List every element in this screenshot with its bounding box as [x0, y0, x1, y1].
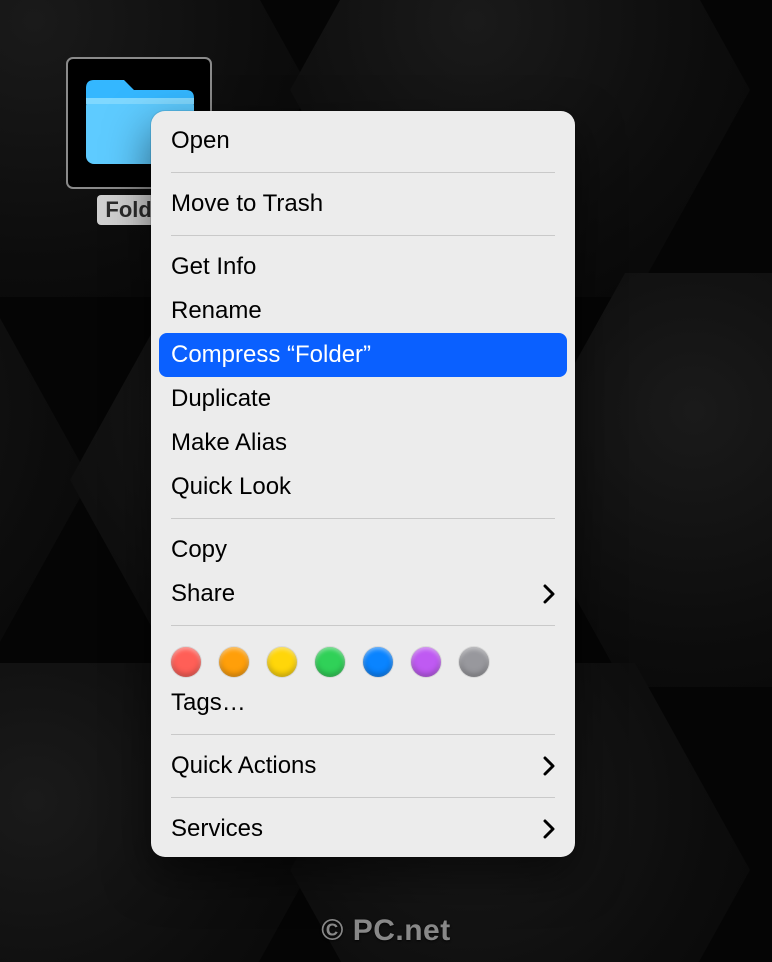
menu-item-make-alias[interactable]: Make Alias: [151, 421, 575, 465]
tag-blue-icon[interactable]: [363, 647, 393, 677]
tag-green-icon[interactable]: [315, 647, 345, 677]
context-menu: Open Move to Trash Get Info Rename Compr…: [151, 111, 575, 857]
menu-item-label: Services: [171, 815, 263, 843]
tag-gray-icon[interactable]: [459, 647, 489, 677]
menu-item-label: Share: [171, 580, 235, 608]
watermark: © PC.net: [321, 914, 450, 948]
menu-item-copy[interactable]: Copy: [151, 528, 575, 572]
menu-item-share[interactable]: Share: [151, 572, 575, 616]
menu-item-duplicate[interactable]: Duplicate: [151, 377, 575, 421]
menu-separator: [171, 734, 555, 735]
menu-item-label: Quick Actions: [171, 752, 316, 780]
menu-separator: [171, 625, 555, 626]
chevron-right-icon: [543, 756, 555, 776]
menu-item-compress[interactable]: Compress “Folder”: [159, 333, 567, 377]
chevron-right-icon: [543, 819, 555, 839]
menu-item-move-to-trash[interactable]: Move to Trash: [151, 182, 575, 226]
tag-yellow-icon[interactable]: [267, 647, 297, 677]
menu-item-quick-actions[interactable]: Quick Actions: [151, 744, 575, 788]
menu-item-label: Copy: [171, 536, 227, 564]
menu-item-label: Tags…: [171, 689, 246, 717]
menu-separator: [171, 797, 555, 798]
menu-item-rename[interactable]: Rename: [151, 289, 575, 333]
menu-item-label: Quick Look: [171, 473, 291, 501]
menu-item-label: Duplicate: [171, 385, 271, 413]
menu-item-label: Compress “Folder”: [171, 341, 371, 369]
menu-item-get-info[interactable]: Get Info: [151, 245, 575, 289]
menu-item-label: Open: [171, 127, 230, 155]
tag-red-icon[interactable]: [171, 647, 201, 677]
menu-separator: [171, 172, 555, 173]
menu-separator: [171, 518, 555, 519]
menu-item-tags[interactable]: Tags…: [151, 681, 575, 725]
menu-item-services[interactable]: Services: [151, 807, 575, 851]
menu-item-label: Get Info: [171, 253, 256, 281]
menu-separator: [171, 235, 555, 236]
chevron-right-icon: [543, 584, 555, 604]
menu-item-quick-look[interactable]: Quick Look: [151, 465, 575, 509]
menu-item-label: Move to Trash: [171, 190, 323, 218]
menu-item-label: Make Alias: [171, 429, 287, 457]
tag-color-row: [151, 635, 575, 681]
tag-orange-icon[interactable]: [219, 647, 249, 677]
tag-purple-icon[interactable]: [411, 647, 441, 677]
menu-item-open[interactable]: Open: [151, 119, 575, 163]
menu-item-label: Rename: [171, 297, 262, 325]
